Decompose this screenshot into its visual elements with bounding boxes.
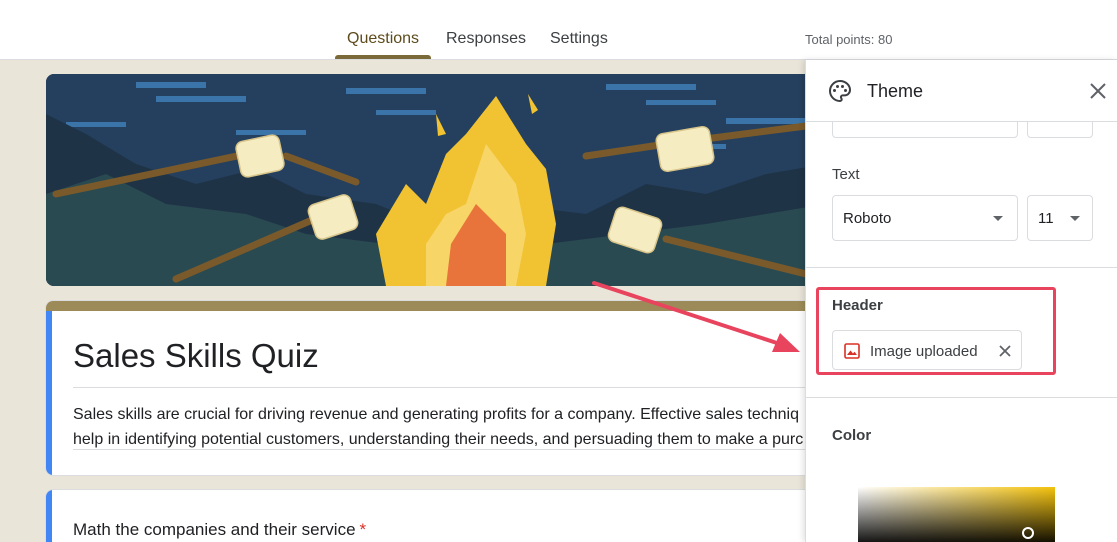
theme-panel-header: Theme <box>806 60 1117 122</box>
form-title-card[interactable]: Sales Skills Quiz Sales skills are cruci… <box>45 300 825 476</box>
text-size-select[interactable]: 11 <box>1027 195 1093 241</box>
text-font-select[interactable]: Roboto <box>832 195 1018 241</box>
required-marker: * <box>359 520 367 539</box>
annotation-highlight <box>816 287 1056 375</box>
top-bar: Questions Responses Settings Total point… <box>0 0 1117 60</box>
section-divider <box>806 267 1117 268</box>
description-underline <box>73 449 824 450</box>
tab-questions[interactable]: Questions <box>347 30 419 48</box>
tab-responses[interactable]: Responses <box>446 30 526 48</box>
close-icon[interactable] <box>1088 81 1108 101</box>
form-description[interactable]: Sales skills are crucial for driving rev… <box>73 402 824 452</box>
color-picker-handle[interactable] <box>1022 527 1034 539</box>
palette-icon <box>828 79 852 103</box>
total-points: Total points: 80 <box>805 32 893 47</box>
header-color-strip <box>46 301 824 311</box>
text-size-value: 11 <box>1038 210 1054 227</box>
section-divider <box>806 397 1117 398</box>
color-section-label: Color <box>832 427 872 444</box>
header-image <box>46 74 826 286</box>
chevron-down-icon <box>1070 216 1080 221</box>
text-font-value: Roboto <box>843 210 892 227</box>
question-card[interactable]: Math the companies and their service * <box>45 489 825 542</box>
tab-settings[interactable]: Settings <box>550 30 608 48</box>
color-picker[interactable] <box>858 487 1055 542</box>
active-tab-indicator <box>335 55 431 59</box>
question-focus-indicator <box>46 490 52 542</box>
question-text: Math the companies and their service <box>73 520 356 539</box>
question-title[interactable]: Math the companies and their service * <box>73 520 366 540</box>
form-title[interactable]: Sales Skills Quiz <box>73 337 319 375</box>
title-underline <box>73 387 824 388</box>
theme-panel-title: Theme <box>867 81 924 101</box>
chevron-down-icon <box>993 216 1003 221</box>
focus-indicator <box>46 311 52 475</box>
campfire-illustration <box>46 74 826 286</box>
form-description-line-1: Sales skills are crucial for driving rev… <box>73 406 799 423</box>
text-section-label: Text <box>832 166 860 183</box>
